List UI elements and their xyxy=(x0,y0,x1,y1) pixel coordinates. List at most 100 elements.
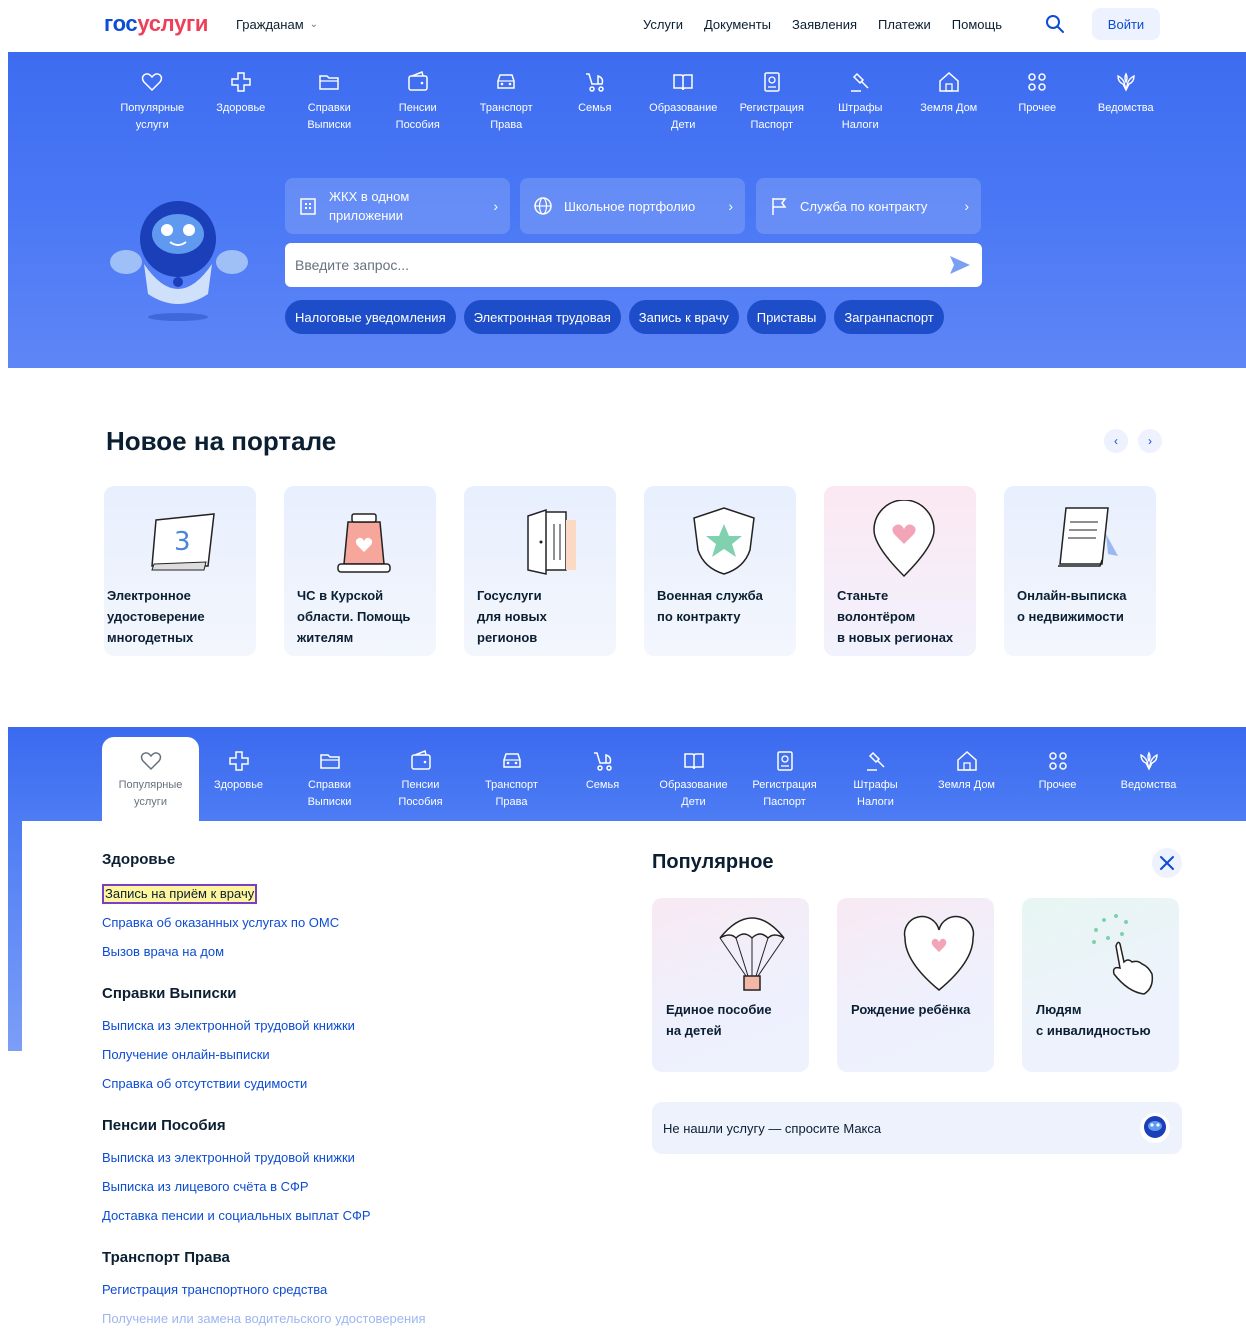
category-label: Справки Выписки xyxy=(307,102,352,131)
wallet-icon xyxy=(410,749,431,770)
quick-link-contract-service[interactable]: Служба по контракту › xyxy=(756,178,981,234)
book-icon xyxy=(683,753,704,770)
popular-card[interactable]: Единое пособие на детей xyxy=(652,898,809,1072)
service-link[interactable]: Справка об отсутствии судимости xyxy=(102,1076,426,1105)
category-item[interactable]: Семья xyxy=(551,70,640,134)
nav-services[interactable]: Услуги xyxy=(643,17,683,32)
car-icon xyxy=(502,753,521,768)
quick-link-school-portfolio[interactable]: Школьное портфолио › xyxy=(520,178,745,234)
popular-card-title: Единое пособие на детей xyxy=(666,1002,772,1038)
popular-cards: Единое пособие на детей Рождение ребёнка… xyxy=(652,898,1179,1072)
category-item[interactable]: Семья xyxy=(557,737,648,821)
category-label: Регистрация Паспорт xyxy=(752,779,817,808)
search-input[interactable] xyxy=(295,257,948,273)
menu-section-pensions: Пенсии Пособия Выписка из электронной тр… xyxy=(102,1117,426,1237)
hand-icon xyxy=(1092,914,1154,995)
category-label: Прочее xyxy=(1018,102,1057,114)
passport-icon xyxy=(776,751,793,771)
suggestion-chip[interactable]: Загранпаспорт xyxy=(834,300,944,334)
suggestion-chip[interactable]: Приставы xyxy=(746,300,827,334)
category-label: Пенсии Пособия xyxy=(398,779,443,808)
chevron-right-icon: › xyxy=(493,198,498,214)
nav-help[interactable]: Помощь xyxy=(952,17,1002,32)
category-popular[interactable]: Популярные услуги xyxy=(102,737,199,821)
ask-max-text: Не нашли услугу — спросите Макса xyxy=(663,1120,882,1136)
category-item[interactable]: Образование Дети xyxy=(639,70,728,134)
category-label: Справки Выписки xyxy=(307,779,352,808)
category-label: Ведомства xyxy=(1097,102,1154,114)
news-card[interactable]: Госуслуги для новых регионов xyxy=(464,486,616,656)
suggestion-chip[interactable]: Налоговые уведомления xyxy=(285,300,456,334)
grid-icon xyxy=(1028,73,1046,91)
news-card[interactable]: 3 Электронное удостоверение многодетных xyxy=(104,486,256,656)
chevron-left-icon[interactable]: ‹ xyxy=(1104,429,1128,453)
category-item[interactable]: Образование Дети xyxy=(648,737,739,821)
search-icon[interactable] xyxy=(1045,14,1065,34)
service-link[interactable]: Регистрация транспортного средства xyxy=(102,1282,426,1311)
service-link[interactable]: Доставка пенсии и социальных выплат СФР xyxy=(102,1208,426,1237)
category-item[interactable]: Прочее xyxy=(993,70,1082,134)
category-item[interactable]: Штрафы Налоги xyxy=(830,737,921,821)
send-icon[interactable] xyxy=(948,253,972,277)
category-item[interactable]: Пенсии Пособия xyxy=(375,737,466,821)
audience-dropdown[interactable]: Гражданам ⌄ xyxy=(236,17,318,32)
quick-link-label: Школьное портфолио xyxy=(564,198,696,214)
category-label: Транспорт Права xyxy=(485,779,538,808)
car-icon xyxy=(497,74,515,89)
news-card-title: Онлайн-выписка о недвижимости xyxy=(1017,588,1127,624)
alarm-light-icon xyxy=(337,513,391,573)
max-assistant-mascot[interactable] xyxy=(104,184,252,324)
news-card[interactable]: Военная служба по контракту xyxy=(644,486,796,656)
category-item[interactable]: Штрафы Налоги xyxy=(816,70,905,134)
category-item[interactable]: Земля Дом xyxy=(921,737,1012,821)
nav-payments[interactable]: Платежи xyxy=(878,17,931,32)
category-popular[interactable]: Популярные услуги xyxy=(108,70,197,134)
category-item[interactable]: Здоровье xyxy=(193,737,284,821)
close-menu-button[interactable] xyxy=(1152,848,1182,878)
category-item[interactable]: Прочее xyxy=(1012,737,1103,821)
top-bar: госуслуги Гражданам ⌄ Услуги Документы З… xyxy=(0,0,1246,52)
document-icon xyxy=(1058,507,1118,567)
category-item[interactable]: Ведомства xyxy=(1103,737,1194,821)
category-item[interactable]: Регистрация Паспорт xyxy=(728,70,817,134)
quick-link-housing-app[interactable]: ЖКХ в одном приложении › xyxy=(285,178,510,234)
search-suggestions: Налоговые уведомления Электронная трудов… xyxy=(285,300,944,334)
category-item[interactable]: Справки Выписки xyxy=(285,70,374,134)
nav-applications[interactable]: Заявления xyxy=(792,17,857,32)
category-item[interactable]: Земля Дом xyxy=(905,70,994,134)
chevron-right-icon[interactable]: › xyxy=(1138,429,1162,453)
service-link[interactable]: Выписка из лицевого счёта в СФР xyxy=(102,1179,426,1208)
category-label: Популярные услуги xyxy=(120,102,185,131)
category-item[interactable]: Транспорт Права xyxy=(462,70,551,134)
service-link[interactable]: Выписка из электронной трудовой книжки xyxy=(102,1018,426,1047)
service-link[interactable]: Получение онлайн-выписки xyxy=(102,1047,426,1076)
suggestion-chip[interactable]: Электронная трудовая xyxy=(463,300,621,334)
category-item[interactable]: Здоровье xyxy=(197,70,286,134)
ask-max-banner[interactable]: Не нашли услугу — спросите Макса xyxy=(652,1102,1182,1154)
news-card[interactable]: ЧС в Курской области. Помощь жителям xyxy=(284,486,436,656)
category-tabs: Популярные услуги Здоровье Справки Выписки… xyxy=(102,737,1194,821)
service-link[interactable]: Запись на приём к врачу xyxy=(102,884,258,904)
suggestion-chip[interactable]: Запись к врачу xyxy=(628,300,739,334)
service-link[interactable]: Справка об оказанных услугах по ОМС xyxy=(102,915,426,944)
gosuslugi-logo[interactable]: госуслуги xyxy=(104,11,208,37)
service-link[interactable]: Вызов врача на дом xyxy=(102,944,426,973)
popular-card[interactable]: Людям с инвалидностью xyxy=(1022,898,1179,1072)
category-item[interactable]: Справки Выписки xyxy=(284,737,375,821)
news-card[interactable]: Онлайн-выписка о недвижимости xyxy=(1004,486,1156,656)
max-avatar-icon xyxy=(1140,1113,1170,1143)
service-link[interactable]: Получение или замена водительского удост… xyxy=(102,1311,426,1334)
category-item[interactable]: Пенсии Пособия xyxy=(374,70,463,134)
shield-star-icon xyxy=(693,507,755,575)
category-label: Образование Дети xyxy=(649,102,718,131)
popular-card[interactable]: Рождение ребёнка xyxy=(837,898,994,1072)
news-card[interactable]: Станьте волонтёром в новых регионах xyxy=(824,486,976,656)
hero-banner: Популярные услуги Здоровье Справки Выписки… xyxy=(8,52,1246,368)
category-item[interactable]: Транспорт Права xyxy=(466,737,557,821)
service-link[interactable]: Выписка из электронной трудовой книжки xyxy=(102,1150,426,1179)
login-button[interactable]: Войти xyxy=(1092,8,1160,40)
category-item[interactable]: Регистрация Паспорт xyxy=(739,737,830,821)
quick-link-label: ЖКХ в одном приложении xyxy=(329,189,410,223)
nav-documents[interactable]: Документы xyxy=(704,17,771,32)
category-item[interactable]: Ведомства xyxy=(1082,70,1171,134)
